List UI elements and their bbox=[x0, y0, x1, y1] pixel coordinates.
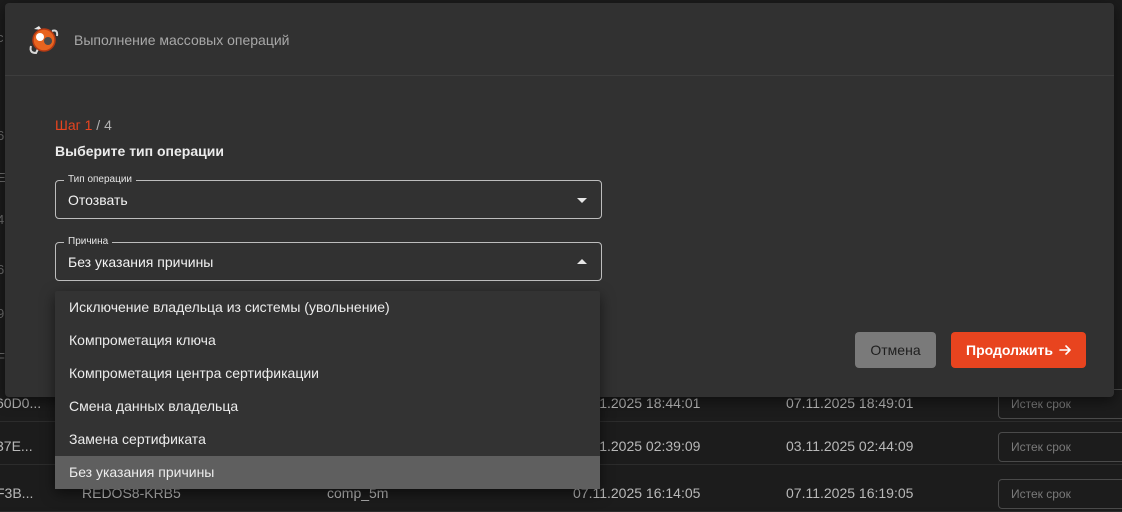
menu-item-ca-compromise[interactable]: Компрометация центра сертификации bbox=[55, 357, 600, 390]
menu-item-key-compromise[interactable]: Компрометация ключа bbox=[55, 324, 600, 357]
table-edge-text: 6 bbox=[0, 262, 5, 277]
reason-dropdown-menu: Исключение владельца из системы (увольне… bbox=[55, 291, 600, 489]
cancel-button[interactable]: Отмена bbox=[855, 332, 936, 368]
step-prefix: Шаг bbox=[55, 117, 85, 133]
table-edge-text: 4 bbox=[0, 212, 5, 227]
continue-button[interactable]: Продолжить bbox=[951, 332, 1086, 368]
chevron-down-icon[interactable] bbox=[577, 198, 587, 203]
row-valid-to: 07.11.2025 16:19:05 bbox=[786, 485, 914, 501]
app-logo-icon bbox=[29, 26, 59, 55]
row-id: 37E... bbox=[0, 438, 33, 454]
operation-type-value: Отозвать bbox=[68, 192, 128, 208]
row-id: 60D0... bbox=[0, 395, 42, 411]
operation-type-select[interactable]: Тип операции Отозвать bbox=[55, 174, 602, 219]
row-id: F3B... bbox=[0, 485, 34, 501]
step-total: / 4 bbox=[92, 117, 112, 133]
status-badge[interactable]: Истек срок bbox=[998, 479, 1122, 509]
modal-header: Выполнение массовых операций bbox=[5, 3, 1114, 76]
table-edge-text: c bbox=[0, 30, 4, 45]
continue-button-label: Продолжить bbox=[966, 342, 1053, 358]
menu-item-owner-data-change[interactable]: Смена данных владельца bbox=[55, 390, 600, 423]
menu-item-certificate-replacement[interactable]: Замена сертификата bbox=[55, 423, 600, 456]
step-heading: Выберите тип операции bbox=[55, 143, 224, 159]
operation-type-label: Тип операции bbox=[64, 174, 137, 186]
row-valid-to: 03.11.2025 02:44:09 bbox=[786, 438, 914, 454]
status-badge[interactable]: Истек срок bbox=[998, 432, 1122, 462]
row-valid-to: 07.11.2025 18:49:01 bbox=[786, 395, 914, 411]
table-edge-text: 6 bbox=[0, 128, 5, 143]
menu-item-owner-dismissal[interactable]: Исключение владельца из системы (увольне… bbox=[55, 291, 600, 324]
menu-item-no-reason[interactable]: Без указания причины bbox=[55, 456, 600, 489]
reason-select[interactable]: Причина Без указания причины bbox=[55, 236, 602, 281]
reason-label: Причина bbox=[64, 236, 113, 248]
chevron-up-icon[interactable] bbox=[577, 259, 587, 264]
arrow-right-icon bbox=[1059, 345, 1071, 355]
step-indicator: Шаг 1 / 4 bbox=[55, 117, 112, 133]
reason-value: Без указания причины bbox=[68, 254, 214, 270]
modal-title: Выполнение массовых операций bbox=[74, 32, 290, 48]
table-edge-text: 9 bbox=[0, 306, 5, 321]
